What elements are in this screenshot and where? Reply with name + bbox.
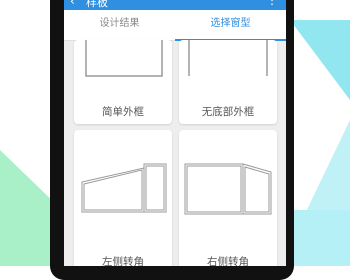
tab-design-result[interactable]: 设计结果 — [64, 10, 175, 40]
app-screen: ‹ 样板 ⋮ 设计结果 选择窗型 简单外框 无底部外框 左侧转角 右侧转角 — [64, 0, 286, 266]
left-corner-diagram — [81, 163, 167, 213]
window-type-card-left-corner[interactable]: 左侧转角 — [74, 130, 172, 266]
app-title: 样板 — [86, 0, 108, 9]
back-arrow-icon[interactable]: ‹ — [70, 0, 75, 8]
window-type-card-simple-frame[interactable]: 简单外框 — [74, 40, 172, 124]
window-type-card-right-corner[interactable]: 右侧转角 — [179, 130, 277, 266]
app-bar: ‹ 样板 ⋮ — [64, 0, 286, 10]
window-type-card-no-bottom-frame[interactable]: 无底部外框 — [179, 40, 277, 124]
no-bottom-frame-diagram — [188, 40, 268, 76]
card-label: 左侧转角 — [102, 256, 144, 266]
background-shape-cyan-top — [290, 20, 350, 100]
card-label: 右侧转角 — [207, 256, 249, 266]
tab-bar: 设计结果 选择窗型 — [64, 10, 286, 41]
card-label: 简单外框 — [102, 106, 144, 118]
right-corner-diagram — [184, 163, 272, 215]
more-vertical-icon[interactable]: ⋮ — [266, 0, 278, 7]
simple-frame-diagram — [85, 40, 163, 77]
card-label: 无底部外框 — [201, 106, 255, 118]
tab-select-window-type[interactable]: 选择窗型 — [175, 10, 286, 40]
